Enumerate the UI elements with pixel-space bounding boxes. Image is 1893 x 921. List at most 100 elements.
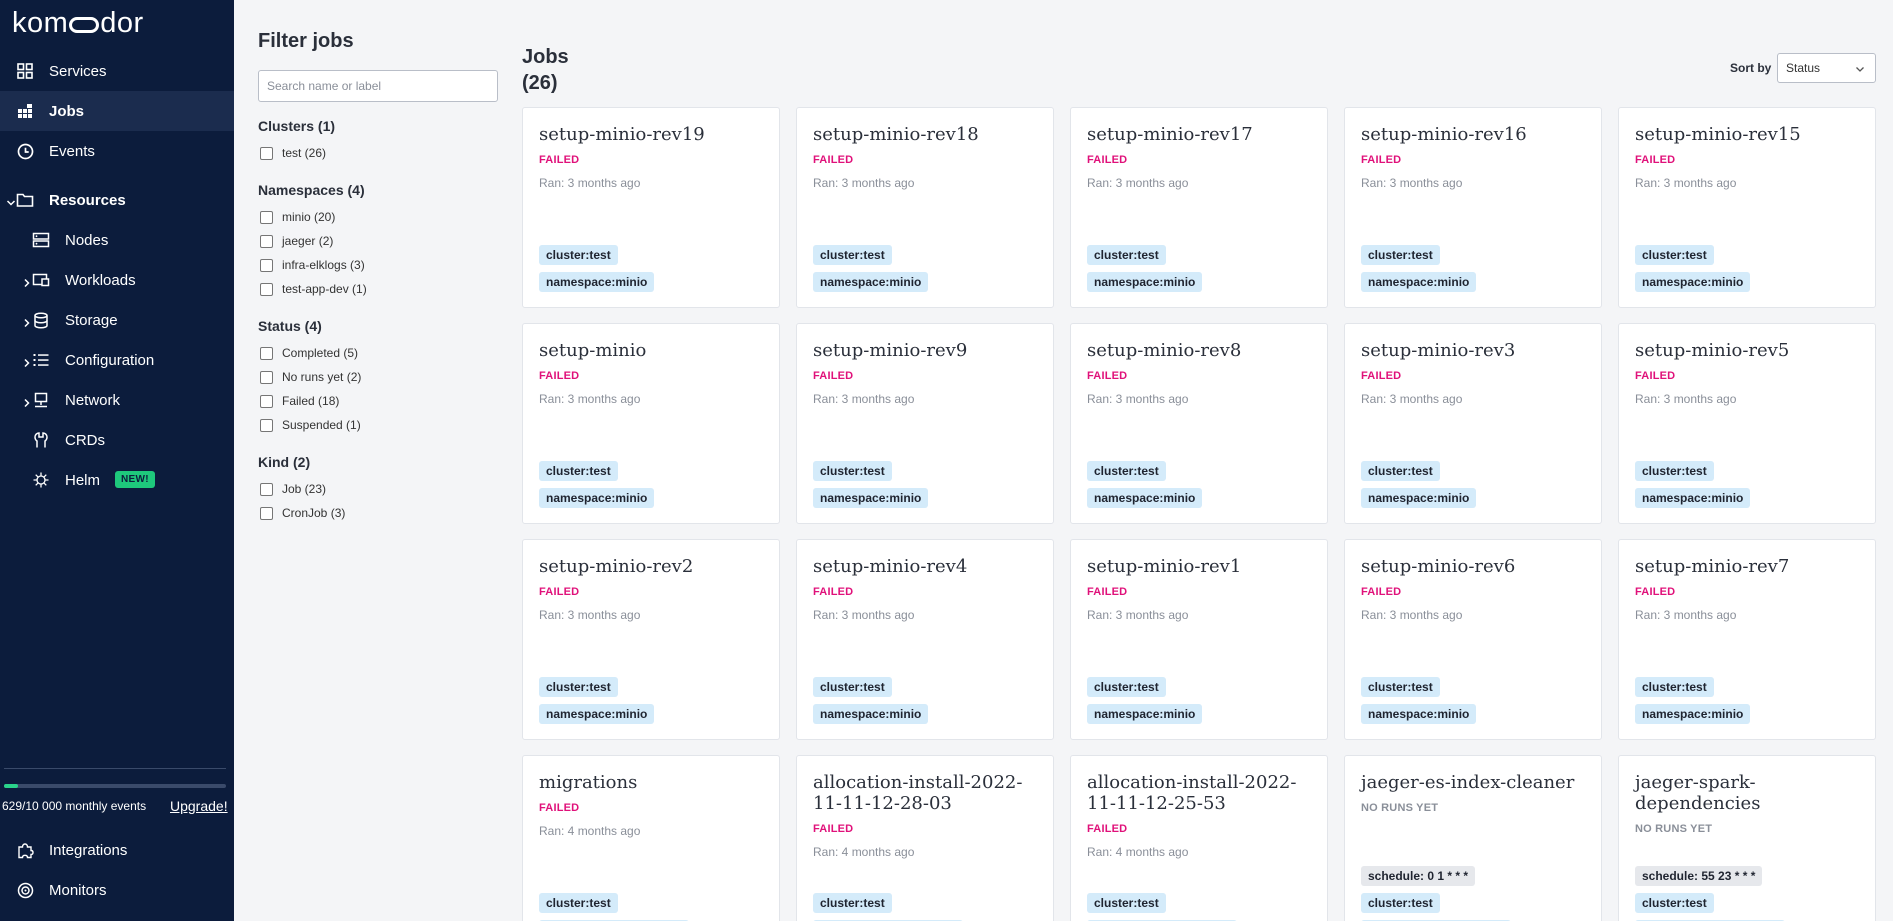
job-card[interactable]: setup-minio-rev19 FAILED Ran: 3 months ago… [522, 107, 780, 308]
filter-option-label: No runs yet (2) [282, 370, 362, 384]
namespace-tag: namespace:minio [1361, 488, 1477, 508]
filter-checkbox[interactable] [260, 394, 273, 408]
job-status-badge: FAILED [1635, 586, 1676, 598]
cluster-tag: cluster:test [1635, 245, 1714, 265]
filter-option[interactable]: No runs yet (2) [260, 370, 361, 384]
filter-option[interactable]: Completed (5) [260, 346, 358, 360]
nav-services[interactable]: Services [0, 51, 234, 91]
sort-selected-value: Status [1786, 61, 1821, 75]
search-input[interactable] [258, 70, 498, 102]
sidebar-divider [4, 768, 226, 769]
filter-option[interactable]: test (26) [260, 146, 326, 160]
schedule-tag: schedule: 0 1 * * * [1361, 866, 1476, 886]
job-name: setup-minio-rev9 [813, 340, 968, 361]
filter-checkbox[interactable] [260, 146, 273, 160]
job-card[interactable]: allocation-install-2022-11-11-12-28-03 FA… [796, 755, 1054, 921]
filter-checkbox[interactable] [260, 346, 273, 360]
nav-integrations[interactable]: Integrations [0, 830, 234, 870]
job-status-badge: FAILED [1361, 586, 1402, 598]
usage-progress-fill [4, 784, 18, 788]
filter-option-label: Job (23) [282, 482, 327, 496]
komodor-logo[interactable]: kom dor [12, 6, 144, 40]
job-status-badge: NO RUNS YET [1635, 823, 1713, 835]
cluster-tag: cluster:test [1087, 245, 1166, 265]
job-name: allocation-install-2022-11-11-12-25-53 [1087, 772, 1297, 814]
filter-option[interactable]: Failed (18) [260, 394, 339, 408]
nav-configuration[interactable]: Configuration [0, 340, 234, 380]
job-last-run: Ran: 4 months ago [813, 845, 915, 859]
job-card[interactable]: setup-minio-rev3 FAILED Ran: 3 months ago c… [1344, 323, 1602, 524]
job-last-run: Ran: 3 months ago [1361, 392, 1463, 406]
usage-progress-bar [4, 784, 226, 788]
filter-option[interactable]: test-app-dev (1) [260, 282, 367, 296]
job-last-run: Ran: 3 months ago [1087, 176, 1189, 190]
job-last-run: Ran: 3 months ago [539, 392, 641, 406]
job-card[interactable]: setup-minio-rev5 FAILED Ran: 3 months ago c… [1618, 323, 1876, 524]
nav-monitors[interactable]: Monitors [0, 870, 234, 910]
job-card[interactable]: setup-minio-rev18 FAILED Ran: 3 months ago… [796, 107, 1054, 308]
filter-checkbox[interactable] [260, 210, 273, 224]
nav-jobs-label: Jobs [49, 102, 85, 120]
filter-checkbox[interactable] [260, 234, 273, 248]
filter-option[interactable]: infra-elklogs (3) [260, 258, 365, 272]
filter-option[interactable]: jaeger (2) [260, 234, 333, 248]
job-status-badge: FAILED [813, 586, 854, 598]
job-status-badge: FAILED [1635, 370, 1676, 382]
nav-jobs[interactable]: Jobs [0, 91, 234, 131]
filter-checkbox[interactable] [260, 506, 273, 520]
namespace-tag: namespace:minio [1087, 704, 1203, 724]
job-card[interactable]: setup-minio-rev16 FAILED Ran: 3 months ago… [1344, 107, 1602, 308]
filter-checkbox[interactable] [260, 282, 273, 296]
nav-workloads[interactable]: Workloads [0, 260, 234, 300]
cluster-tag: cluster:test [813, 677, 892, 697]
job-card[interactable]: setup-minio FAILED Ran: 3 months ago cluste… [522, 323, 780, 524]
job-card[interactable]: allocation-install-2022-11-11-12-25-53 FA… [1070, 755, 1328, 921]
job-card[interactable]: setup-minio-rev2 FAILED Ran: 3 months ago c… [522, 539, 780, 740]
filter-checkbox[interactable] [260, 370, 273, 384]
job-card[interactable]: setup-minio-rev15 FAILED Ran: 3 months ago… [1618, 107, 1876, 308]
sort-select[interactable]: Status [1777, 53, 1876, 83]
job-card[interactable]: setup-minio-rev7 FAILED Ran: 3 months ago c… [1618, 539, 1876, 740]
job-card[interactable]: jaeger-spark-dependencies NO RUNS YET sche… [1618, 755, 1876, 921]
nav-helm[interactable]: Helm NEW! [0, 460, 234, 500]
nav-events[interactable]: Events [0, 131, 234, 171]
nav-network[interactable]: Network [0, 380, 234, 420]
upgrade-link[interactable]: Upgrade! [170, 798, 228, 814]
filter-option[interactable]: CronJob (3) [260, 506, 345, 520]
job-card[interactable]: setup-minio-rev6 FAILED Ran: 3 months ago c… [1344, 539, 1602, 740]
filter-option[interactable]: Suspended (1) [260, 418, 361, 432]
job-card[interactable]: setup-minio-rev9 FAILED Ran: 3 months ago c… [796, 323, 1054, 524]
cluster-tag: cluster:test [1361, 893, 1440, 913]
job-status-badge: FAILED [1087, 154, 1128, 166]
job-last-run: Ran: 3 months ago [1635, 176, 1737, 190]
job-card[interactable]: setup-minio-rev17 FAILED Ran: 3 months ago… [1070, 107, 1328, 308]
jobs-count: (26) [522, 72, 558, 94]
filter-option[interactable]: Job (23) [260, 482, 326, 496]
namespace-tag: namespace:minio [539, 488, 655, 508]
job-name: setup-minio [539, 340, 647, 361]
nav-nodes[interactable]: Nodes [0, 220, 234, 260]
cluster-tag: cluster:test [813, 893, 892, 913]
job-name: setup-minio-rev2 [539, 556, 694, 577]
namespace-tag: namespace:minio [1635, 488, 1751, 508]
job-last-run: Ran: 3 months ago [1361, 608, 1463, 622]
job-card[interactable]: migrations FAILED Ran: 4 months ago cluster… [522, 755, 780, 921]
nav-crds[interactable]: CRDs [0, 420, 234, 460]
nav-helm-label: Helm [65, 471, 101, 489]
filter-group-title: Kind (2) [258, 454, 311, 470]
filter-checkbox[interactable] [260, 482, 273, 496]
job-name: setup-minio-rev17 [1087, 124, 1253, 145]
nav-resources[interactable]: Resources [0, 180, 234, 220]
job-name: setup-minio-rev4 [813, 556, 968, 577]
nav-storage[interactable]: Storage [0, 300, 234, 340]
job-card[interactable]: setup-minio-rev4 FAILED Ran: 3 months ago c… [796, 539, 1054, 740]
job-card[interactable]: setup-minio-rev8 FAILED Ran: 3 months ago c… [1070, 323, 1328, 524]
filter-option[interactable]: minio (20) [260, 210, 335, 224]
job-card[interactable]: setup-minio-rev1 FAILED Ran: 3 months ago c… [1070, 539, 1328, 740]
nav-configuration-label: Configuration [65, 351, 155, 369]
job-card[interactable]: jaeger-es-index-cleaner NO RUNS YET schedu… [1344, 755, 1602, 921]
job-status-badge: FAILED [539, 154, 580, 166]
filter-checkbox[interactable] [260, 258, 273, 272]
filter-checkbox[interactable] [260, 418, 273, 432]
job-last-run: Ran: 3 months ago [1087, 608, 1189, 622]
